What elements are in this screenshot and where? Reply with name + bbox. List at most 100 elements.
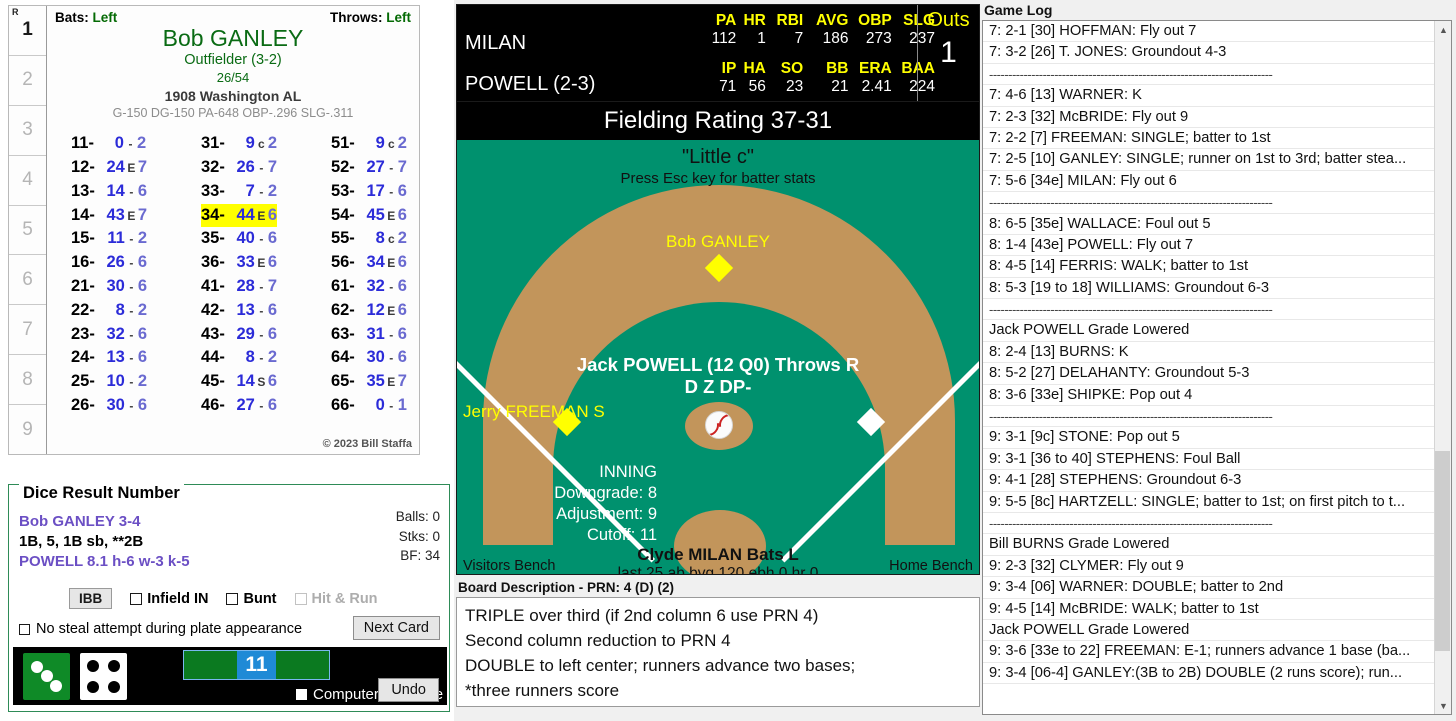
- result-grid-row[interactable]: 56- 34 E 6: [331, 251, 407, 275]
- game-log-entry[interactable]: 8: 4-5 [14] FERRIS: WALK; batter to 1st: [983, 256, 1434, 278]
- game-log-list[interactable]: 7: 2-1 [30] HOFFMAN: Fly out 7 7: 3-2 [26…: [983, 21, 1434, 714]
- result-grid-row[interactable]: 63- 31-6: [331, 323, 407, 347]
- result-grid-row[interactable]: 31- 9 c 2: [201, 132, 277, 156]
- game-log-entry[interactable]: 7: 5-6 [34e] MILAN: Fly out 6: [983, 171, 1434, 193]
- result-grid-row[interactable]: 21- 30-6: [71, 275, 147, 299]
- game-log-entry[interactable]: 9: 2-3 [32] CLYMER: Fly out 9: [983, 556, 1434, 578]
- game-log-entry[interactable]: 9: 4-1 [28] STEPHENS: Groundout 6-3: [983, 470, 1434, 492]
- game-log-separator[interactable]: ----------------------------------------…: [983, 299, 1434, 321]
- result-grid-row[interactable]: 51- 9 c 2: [331, 132, 407, 156]
- bunt-checkbox[interactable]: Bunt: [226, 591, 277, 607]
- result-grid-row[interactable]: 55- 8 c 2: [331, 227, 407, 251]
- next-card-button[interactable]: Next Card: [352, 616, 440, 640]
- result-grid-row[interactable]: 16- 26-6: [71, 251, 147, 275]
- game-log-entry[interactable]: 9: 3-6 [33e to 22] FREEMAN: E-1; runners…: [983, 641, 1434, 663]
- result-grid-row[interactable]: 45- 14 S 6: [201, 370, 277, 394]
- result-grid-row[interactable]: 42- 13-6: [201, 299, 277, 323]
- game-log-entry[interactable]: 9: 3-4 [06] WARNER: DOUBLE; batter to 2n…: [983, 577, 1434, 599]
- game-log-entry[interactable]: 9: 3-1 [36 to 40] STEPHENS: Foul Ball: [983, 449, 1434, 471]
- inning-cell-3[interactable]: 3: [9, 106, 46, 156]
- game-log-scrollbar[interactable]: ▲ ▼: [1434, 21, 1451, 714]
- result-grid-row[interactable]: 22- 8-2: [71, 299, 147, 323]
- result-grid-row[interactable]: 43- 29-6: [201, 323, 277, 347]
- result-grid-row[interactable]: 46- 27-6: [201, 394, 277, 418]
- result-grid-row[interactable]: 41- 28-7: [201, 275, 277, 299]
- game-log-entry[interactable]: 7: 2-5 [10] GANLEY: SINGLE; runner on 1s…: [983, 149, 1434, 171]
- game-log-box[interactable]: 7: 2-1 [30] HOFFMAN: Fly out 7 7: 3-2 [26…: [982, 20, 1452, 715]
- white-die[interactable]: [80, 652, 127, 700]
- checkbox-box-icon[interactable]: [296, 689, 307, 700]
- result-grid-row[interactable]: 35- 40-6: [201, 227, 277, 251]
- game-log-separator[interactable]: ----------------------------------------…: [983, 513, 1434, 535]
- result-grid-row[interactable]: 36- 33 E 6: [201, 251, 277, 275]
- game-log-entry[interactable]: 7: 3-2 [26] T. JONES: Groundout 4-3: [983, 42, 1434, 64]
- result-grid-row[interactable]: 32- 26-7: [201, 156, 277, 180]
- scroll-up-arrow-icon[interactable]: ▲: [1435, 21, 1451, 38]
- inning-cell-6[interactable]: 6: [9, 255, 46, 306]
- game-log-entry[interactable]: 7: 2-3 [32] McBRIDE: Fly out 9: [983, 107, 1434, 128]
- home-bench-link[interactable]: Home Bench: [889, 558, 973, 574]
- game-log-entry[interactable]: 8: 5-2 [27] DELAHANTY: Groundout 5-3: [983, 363, 1434, 385]
- inning-cell-9[interactable]: 9: [9, 405, 46, 454]
- result-grid-row[interactable]: 24- 13-6: [71, 346, 147, 370]
- game-log-separator[interactable]: ----------------------------------------…: [983, 64, 1434, 86]
- undo-button[interactable]: Undo: [378, 678, 439, 702]
- result-grid-row[interactable]: 25- 10-2: [71, 370, 147, 394]
- result-grid-row[interactable]: 65- 35 E 7: [331, 370, 407, 394]
- result-grid-row[interactable]: 61- 32-6: [331, 275, 407, 299]
- result-grid-row[interactable]: 12- 24 E 7: [71, 156, 147, 180]
- inning-cell-8[interactable]: 8: [9, 355, 46, 406]
- visitors-bench-link[interactable]: Visitors Bench: [463, 558, 555, 574]
- game-log-entry[interactable]: 8: 3-6 [33e] SHIPKE: Pop out 4: [983, 385, 1434, 407]
- no-steal-checkbox[interactable]: No steal attempt during plate appearance: [19, 621, 302, 637]
- game-log-entry[interactable]: Bill BURNS Grade Lowered: [983, 534, 1434, 556]
- game-log-entry[interactable]: 7: 2-2 [7] FREEMAN: SINGLE; batter to 1s…: [983, 128, 1434, 150]
- green-die[interactable]: [23, 652, 70, 700]
- result-grid-row[interactable]: 15- 11-2: [71, 227, 147, 251]
- scrollbar-thumb[interactable]: [1435, 451, 1450, 651]
- result-grid-row[interactable]: 23- 32-6: [71, 323, 147, 347]
- game-log-entry[interactable]: 9: 4-5 [14] McBRIDE: WALK; batter to 1st: [983, 599, 1434, 620]
- result-grid-row[interactable]: 26- 30-6: [71, 394, 147, 418]
- game-log-entry[interactable]: Jack POWELL Grade Lowered: [983, 620, 1434, 642]
- inning-cell-1[interactable]: R1: [9, 6, 46, 56]
- result-grid-row[interactable]: 52- 27-7: [331, 156, 407, 180]
- inning-cell-2[interactable]: 2: [9, 56, 46, 106]
- result-grid-row[interactable]: 66- 0-1: [331, 394, 407, 418]
- game-log-entry[interactable]: 8: 5-3 [19 to 18] WILLIAMS: Groundout 6-…: [983, 278, 1434, 300]
- game-log-entry[interactable]: 9: 3-4 [06-4] GANLEY:(3B to 2B) DOUBLE (…: [983, 663, 1434, 685]
- die-pip-icon: [50, 679, 62, 692]
- scroll-down-arrow-icon[interactable]: ▼: [1435, 697, 1451, 714]
- infield-in-checkbox[interactable]: Infield IN: [130, 591, 208, 607]
- game-log-entry[interactable]: Jack POWELL Grade Lowered: [983, 320, 1434, 342]
- checkbox-box-icon[interactable]: [226, 592, 239, 605]
- game-log-entry[interactable]: 7: 4-6 [13] WARNER: K: [983, 85, 1434, 107]
- inning-cell-7[interactable]: 7: [9, 305, 46, 356]
- ibb-button[interactable]: IBB: [69, 588, 113, 609]
- inning-cell-4[interactable]: 4: [9, 156, 46, 206]
- game-log-entry[interactable]: 8: 6-5 [35e] WALLACE: Foul out 5: [983, 214, 1434, 235]
- result-grid-row[interactable]: 62- 12 E 6: [331, 299, 407, 323]
- result-grid-row[interactable]: 14- 43 E 7: [71, 204, 147, 228]
- result-grid-row[interactable]: 13- 14-6: [71, 180, 147, 204]
- roll-value-box[interactable]: 11: [183, 650, 330, 680]
- inning-cell-5[interactable]: 5: [9, 206, 46, 256]
- checkbox-box-icon[interactable]: [130, 592, 143, 605]
- result-grid-row[interactable]: 44- 8-2: [201, 346, 277, 370]
- result-grid-row[interactable]: 34- 44 E 6: [200, 203, 278, 228]
- game-log-entry[interactable]: 9: 5-5 [8c] HARTZELL: SINGLE; batter to …: [983, 492, 1434, 513]
- game-log-separator[interactable]: ----------------------------------------…: [983, 192, 1434, 214]
- result-grid-row[interactable]: 33- 7-2: [201, 180, 277, 204]
- game-log-entry[interactable]: 9: 3-1 [9c] STONE: Pop out 5: [983, 427, 1434, 449]
- result-grid-row[interactable]: 11- 0-2: [71, 132, 147, 156]
- result-grid-row[interactable]: 64- 30-6: [331, 346, 407, 370]
- field-diagram[interactable]: "Little c" Press Esc key for batter stat…: [456, 140, 980, 575]
- result-flag: -: [389, 351, 394, 366]
- game-log-entry[interactable]: 8: 1-4 [43e] POWELL: Fly out 7: [983, 235, 1434, 257]
- game-log-entry[interactable]: 8: 2-4 [13] BURNS: K: [983, 342, 1434, 364]
- result-grid-row[interactable]: 53- 17-6: [331, 180, 407, 204]
- checkbox-box-icon[interactable]: [19, 623, 30, 635]
- game-log-separator[interactable]: ----------------------------------------…: [983, 406, 1434, 428]
- result-grid-row[interactable]: 54- 45 E 6: [331, 204, 407, 228]
- game-log-entry[interactable]: 7: 2-1 [30] HOFFMAN: Fly out 7: [983, 21, 1434, 43]
